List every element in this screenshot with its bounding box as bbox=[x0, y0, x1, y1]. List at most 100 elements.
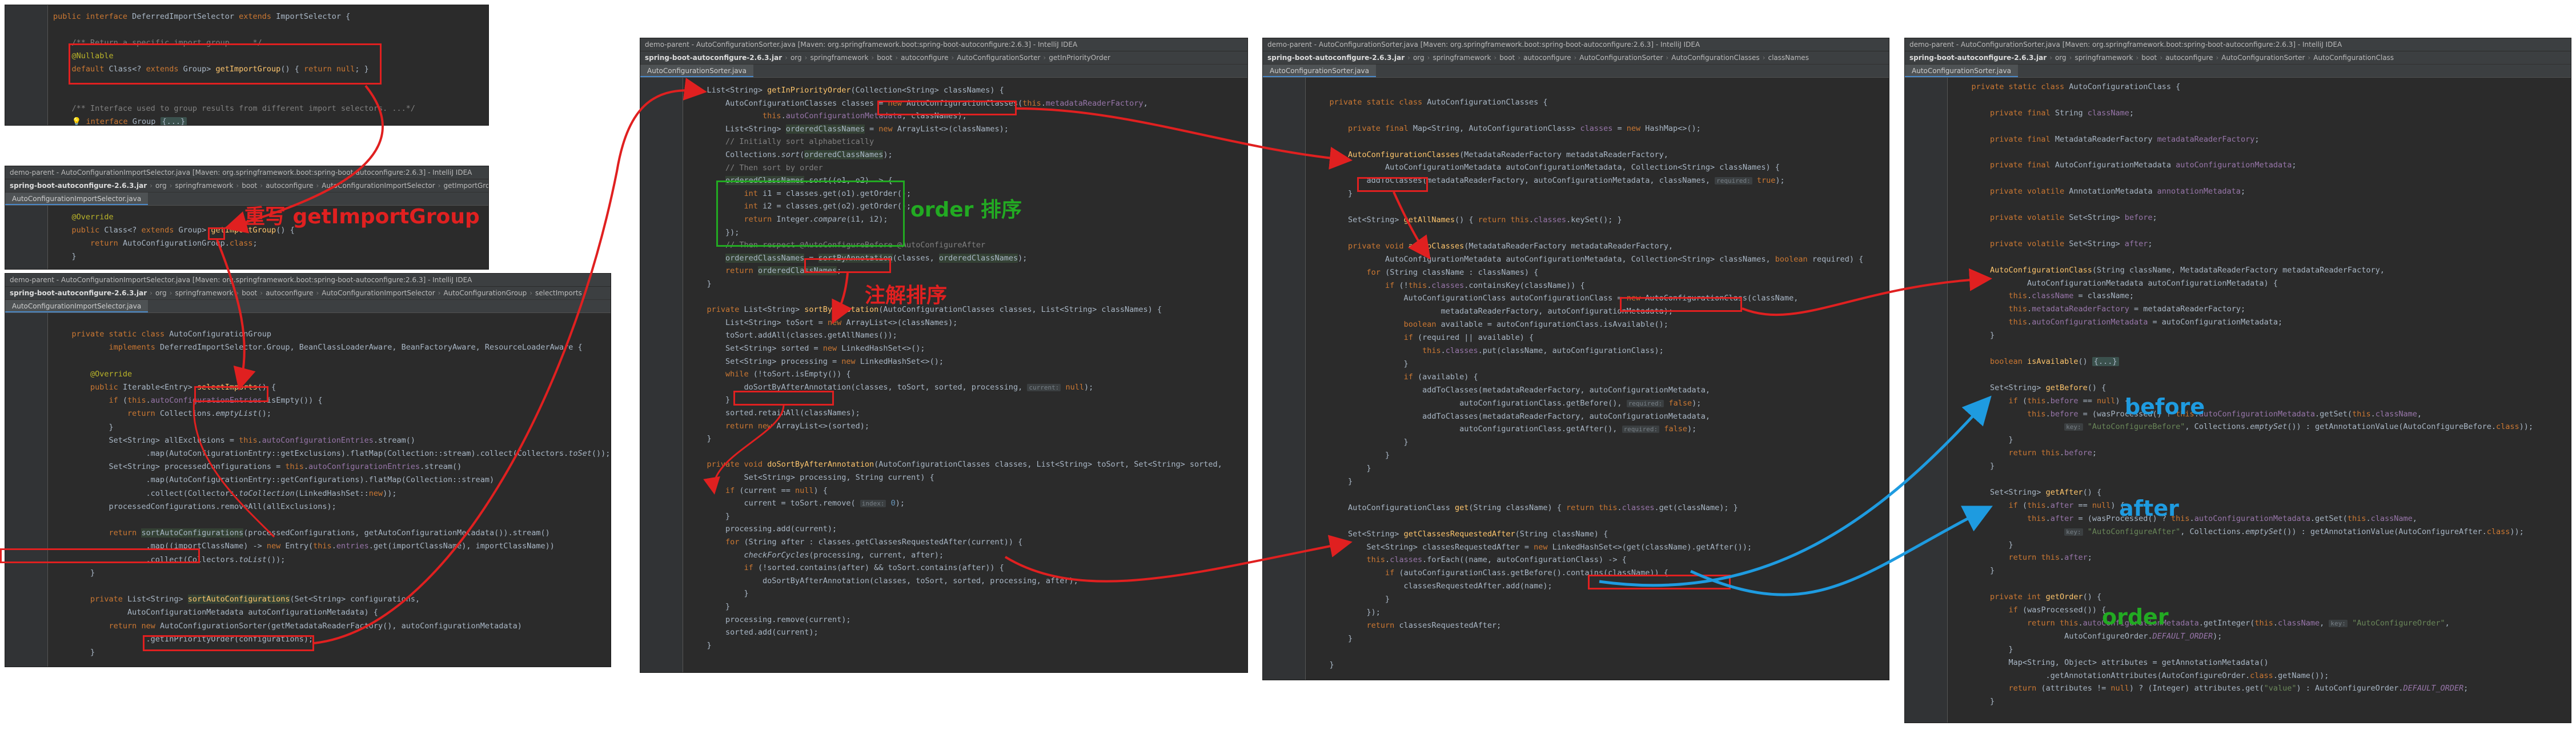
code-line[interactable]: addToClasses(metadataReaderFactory, auto… bbox=[1311, 412, 1710, 421]
code-line[interactable]: classesRequestedAfter.add(name); bbox=[1311, 581, 1552, 591]
code-line[interactable]: private static class AutoConfigurationCl… bbox=[1311, 98, 1548, 107]
code-line[interactable]: AutoConfigurationMetadata autoConfigurat… bbox=[1311, 255, 1863, 264]
code-line[interactable]: if (this.before == null) { bbox=[1953, 396, 2129, 406]
code-line[interactable]: return new ArrayList<>(sorted); bbox=[688, 422, 869, 431]
code-line[interactable]: private volatile AnnotationMetadata anno… bbox=[1953, 187, 2245, 196]
code-line[interactable]: implements DeferredImportSelector.Group,… bbox=[53, 343, 583, 352]
code-line[interactable]: processing.remove(current); bbox=[688, 615, 850, 624]
breadcrumb-item[interactable]: org bbox=[2055, 54, 2067, 62]
code-line[interactable]: return Collections.emptyList(); bbox=[53, 409, 271, 418]
editor-tab[interactable]: AutoConfigurationSorter.java bbox=[1263, 65, 1377, 77]
line-gutter[interactable] bbox=[1905, 78, 1948, 723]
code-line[interactable]: Set<String> allExclusions = this.autoCon… bbox=[53, 436, 415, 445]
code-line[interactable]: } bbox=[688, 395, 730, 404]
editor-tab[interactable]: AutoConfigurationSorter.java bbox=[640, 65, 754, 77]
breadcrumb-item[interactable]: org bbox=[1413, 54, 1425, 62]
breadcrumb-item[interactable]: boot bbox=[242, 289, 257, 297]
breadcrumb-item[interactable]: AutoConfigurationClasses bbox=[1671, 54, 1759, 62]
code-line[interactable]: } bbox=[53, 252, 77, 261]
breadcrumb-item[interactable]: boot bbox=[877, 54, 892, 62]
code-line[interactable]: Set<String> getClassesRequestedAfter(Str… bbox=[1311, 530, 1608, 539]
code-line[interactable]: AutoConfigurationClass get(String classN… bbox=[1311, 503, 1738, 512]
code-line[interactable]: 💡 interface Group {...} bbox=[53, 117, 187, 125]
code-line[interactable]: current = toSort.remove( index: 0); bbox=[688, 499, 905, 508]
breadcrumb-item[interactable]: classNames bbox=[1768, 54, 1809, 62]
code-line[interactable]: AutoConfigureOrder.DEFAULT_ORDER); bbox=[1953, 632, 2222, 641]
code-line[interactable]: AutoConfigurationClasses(MetadataReaderF… bbox=[1311, 150, 1668, 159]
breadcrumb-item[interactable]: boot bbox=[2141, 54, 2157, 62]
code-line[interactable]: Map<String, Object> attributes = getAnno… bbox=[1953, 658, 2269, 667]
code-line[interactable]: this.metadataReaderFactory = metadataRea… bbox=[1953, 304, 2246, 314]
code-line[interactable]: boolean isAvailable() {...} bbox=[1953, 356, 2119, 366]
code-line[interactable]: sorted.add(current); bbox=[688, 628, 818, 637]
code-line[interactable]: private final Map<String, AutoConfigurat… bbox=[1311, 124, 1701, 133]
code-line[interactable]: Set<String> getAllNames() { return this.… bbox=[1311, 215, 1622, 224]
code-line[interactable]: List<String> toSort = new ArrayList<>(cl… bbox=[688, 318, 957, 327]
code-line[interactable]: } bbox=[1953, 435, 2013, 444]
code-line[interactable]: if (!this.classes.containsKey(className)… bbox=[1311, 281, 1585, 290]
line-gutter[interactable] bbox=[5, 206, 48, 269]
code-line[interactable]: if (wasProcessed()) { bbox=[1953, 605, 2106, 615]
code-line[interactable]: .collect(Collectors.toCollection(LinkedH… bbox=[53, 489, 397, 498]
code-line[interactable]: @Override bbox=[53, 212, 114, 222]
code-area[interactable]: private static class AutoConfigurationCl… bbox=[1905, 78, 2571, 723]
code-line[interactable]: key: "AutoConfigureAfter", Collections.e… bbox=[1953, 527, 2524, 536]
code-line[interactable]: this.autoConfigurationMetadata = autoCon… bbox=[1953, 318, 2283, 327]
code-line[interactable]: private void doSortByAfterAnnotation(Aut… bbox=[688, 460, 1222, 469]
breadcrumb-item[interactable]: springframework bbox=[175, 182, 233, 190]
code-line[interactable]: private static class AutoConfigurationGr… bbox=[53, 330, 272, 339]
code-line[interactable]: private volatile Set<String> after; bbox=[1953, 239, 2153, 248]
code-line[interactable]: return (attributes != null) ? (Integer) … bbox=[1953, 684, 2469, 693]
breadcrumb-item[interactable]: spring-boot-autoconfigure-2.6.3.jar bbox=[10, 182, 147, 190]
code-area[interactable]: List<String> getInPriorityOrder(Collecti… bbox=[640, 78, 1247, 672]
breadcrumb-item[interactable]: autoconfigure bbox=[1523, 54, 1571, 62]
code-line[interactable]: toSort.addAll(classes.getAllNames()); bbox=[688, 331, 897, 340]
code-line[interactable]: AutoConfigurationMetadata autoConfigurat… bbox=[1311, 163, 1780, 172]
code-line[interactable]: } bbox=[1953, 566, 1995, 575]
code-line[interactable]: checkForCycles(processing, current, afte… bbox=[688, 551, 944, 560]
code-line[interactable]: Set<String> processing, String current) … bbox=[688, 473, 934, 482]
breadcrumb-item[interactable]: org bbox=[155, 289, 167, 297]
breadcrumb-item[interactable]: autoconfigure bbox=[2165, 54, 2213, 62]
code-line[interactable]: private List<String> sortAutoConfigurati… bbox=[53, 595, 420, 604]
breadcrumb-item[interactable]: spring-boot-autoconfigure-2.6.3.jar bbox=[1267, 54, 1405, 62]
code-line[interactable]: } bbox=[688, 512, 730, 521]
breadcrumb-item[interactable]: AutoConfigurationImportSelector bbox=[322, 289, 435, 297]
line-gutter[interactable] bbox=[1263, 78, 1306, 680]
breadcrumb-item[interactable]: spring-boot-autoconfigure-2.6.3.jar bbox=[645, 54, 782, 62]
code-line[interactable]: } bbox=[688, 589, 749, 598]
code-line[interactable]: } bbox=[1953, 697, 1995, 706]
breadcrumb-item[interactable]: autoconfigure bbox=[901, 54, 948, 62]
code-line[interactable]: } bbox=[1953, 331, 1995, 340]
code-line[interactable]: metadataReaderFactory, autoConfiguration… bbox=[1311, 307, 1673, 316]
code-line[interactable]: } bbox=[1311, 477, 1353, 486]
code-line[interactable]: private final String className; bbox=[1953, 109, 2134, 118]
code-line[interactable]: this.classes.forEach((name, autoConfigur… bbox=[1311, 555, 1627, 564]
code-line[interactable]: autoConfigurationClass.getAfter(), requi… bbox=[1311, 424, 1696, 434]
code-line[interactable]: .getAnnotationAttributes(AutoConfigureOr… bbox=[1953, 671, 2329, 680]
code-line[interactable]: } bbox=[1953, 540, 2013, 550]
code-line[interactable]: Set<String> processing = new LinkedHashS… bbox=[688, 357, 944, 366]
code-line[interactable]: }); bbox=[1311, 608, 1381, 617]
code-line[interactable]: } bbox=[53, 648, 95, 657]
code-line[interactable]: return classesRequestedAfter; bbox=[1311, 621, 1502, 630]
code-area[interactable]: private static class AutoConfigurationCl… bbox=[1263, 78, 1889, 680]
code-line[interactable]: AutoConfigurationMetadata autoConfigurat… bbox=[1953, 279, 2278, 288]
code-line[interactable]: } bbox=[1311, 438, 1409, 447]
breadcrumb-item[interactable]: boot bbox=[1499, 54, 1515, 62]
breadcrumb-item[interactable]: springframework bbox=[175, 289, 233, 297]
code-line[interactable]: } bbox=[1953, 462, 1995, 471]
editor-tab[interactable]: AutoConfigurationSorter.java bbox=[1905, 65, 2019, 77]
code-line[interactable]: if (this.after == null) { bbox=[1953, 501, 2125, 510]
code-line[interactable]: boolean available = autoConfigurationCla… bbox=[1311, 320, 1668, 329]
code-line[interactable]: AutoConfigurationClass(String className,… bbox=[1953, 266, 2385, 275]
breadcrumb-item[interactable]: AutoConfigurationSorter bbox=[2221, 54, 2305, 62]
code-line[interactable]: for (String after : classes.getClassesRe… bbox=[688, 538, 1022, 547]
code-line[interactable]: return this.before; bbox=[1953, 448, 2097, 458]
code-line[interactable]: } bbox=[1311, 189, 1353, 198]
breadcrumb-item[interactable]: AutoConfigurationClass bbox=[2313, 54, 2394, 62]
code-line[interactable]: } bbox=[1311, 595, 1390, 604]
code-line[interactable]: } bbox=[688, 602, 730, 611]
code-line[interactable]: this.classes.put(className, autoConfigur… bbox=[1311, 346, 1664, 355]
code-line[interactable]: if (available) { bbox=[1311, 372, 1478, 382]
